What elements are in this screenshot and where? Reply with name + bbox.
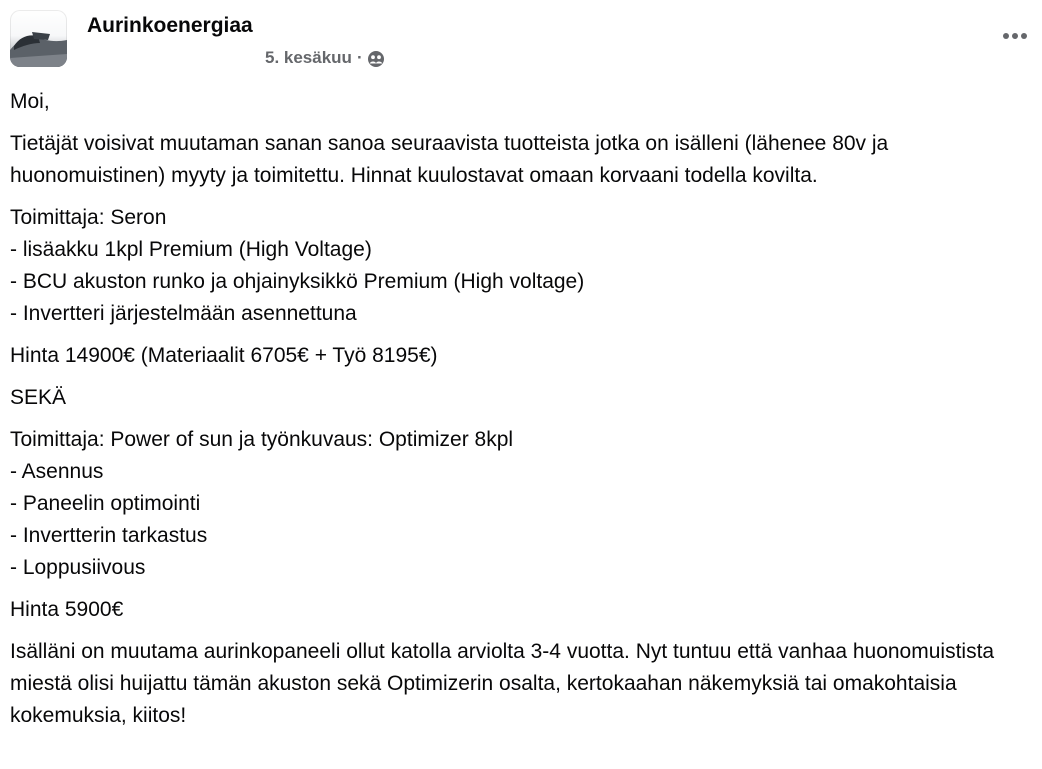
post-date-link[interactable]: 5. kesäkuu — [265, 47, 352, 69]
post-paragraph: Toimittaja: Power of sun ja työnkuvaus: … — [10, 428, 514, 579]
group-avatar[interactable] — [10, 10, 67, 67]
post-paragraph: Hinta 5900€ — [10, 598, 124, 621]
post-paragraph: Toimittaja: Seron - lisäakku 1kpl Premiu… — [10, 206, 585, 325]
post-header: Aurinkoenergiaa 5. kesäkuu · — [10, 10, 1032, 70]
post-paragraph: Isälläni on muutama aurinkopaneeli ollut… — [10, 640, 995, 727]
more-options-icon — [1003, 33, 1027, 39]
post-paragraph: Tietäjät voisivat muutaman sanan sanoa s… — [10, 132, 889, 187]
group-audience-icon[interactable] — [367, 50, 385, 68]
post-paragraph: Hinta 14900€ (Materiaalit 6705€ + Työ 81… — [10, 344, 438, 367]
post-meta: 5. kesäkuu · — [265, 47, 385, 69]
post-text: Moi, Tietäjät voisivat muutaman sanan sa… — [10, 86, 1020, 742]
group-name-link[interactable]: Aurinkoenergiaa — [87, 13, 253, 39]
more-options-button[interactable] — [1000, 24, 1030, 48]
post-paragraph: SEKÄ — [10, 386, 67, 409]
post-paragraph: Moi, — [10, 90, 50, 113]
meta-separator: · — [356, 48, 363, 67]
